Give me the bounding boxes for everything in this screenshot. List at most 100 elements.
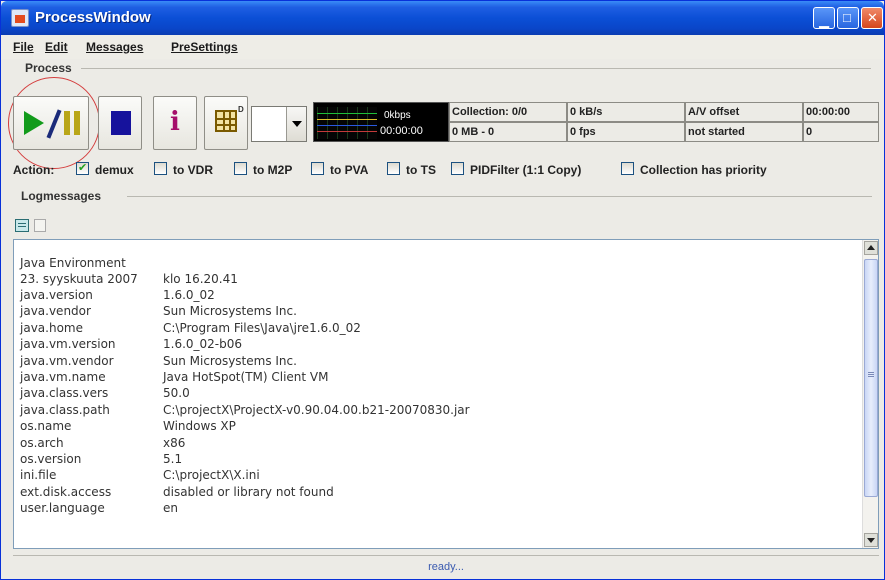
pause-icon [64,111,70,135]
log-view-icon[interactable] [15,219,29,232]
play-pause-button[interactable] [13,96,89,150]
close-button[interactable]: ✕ [861,7,883,29]
log-entry-value: Java HotSpot(TM) Client VM [163,370,329,384]
log-time: klo 16.20.41 [163,272,238,286]
checkbox-pidfilter[interactable] [451,162,464,175]
log-entry-key: java.vendor [20,304,91,319]
checkbox-to-pva[interactable] [311,162,324,175]
menu-edit[interactable]: Edit [45,40,68,54]
bitrate-monitor: 0kbps 00:00:00 [313,102,449,142]
checkbox-collection-priority[interactable] [621,162,634,175]
log-header-text: Java Environment [20,256,126,270]
log-entry-key: java.class.path [20,402,110,417]
checkbox-demux-label[interactable]: demux [95,163,134,177]
log-entry-key: os.arch [20,435,64,450]
log-entry-value: disabled or library not found [163,484,334,499]
process-separator [81,68,871,69]
log-separator [127,196,872,197]
maximize-button[interactable]: □ [837,7,859,29]
log-entry-value: C:\projectX\ProjectX-v0.90.04.00.b21-200… [163,402,470,417]
log-entry-key: os.version [20,452,82,466]
log-entry-key: ext.disk.access [20,484,112,499]
transfer-rate: 0 kB/s [567,102,685,122]
monitor-time: 00:00:00 [380,125,423,137]
log-entry-value: Sun Microsystems Inc. [163,353,297,368]
close-icon: ✕ [867,10,878,25]
checkbox-to-ts-label[interactable]: to TS [406,163,436,177]
process-state: not started [685,122,803,142]
log-entry-key: os.name [20,419,72,434]
log-entry-key: java.class.vers [20,386,109,401]
log-entry-value: Windows XP [163,419,236,434]
menu-bar: File Edit Messages PreSettings [1,35,884,59]
log-scrollbar[interactable] [862,240,878,548]
menu-file-label: File [13,40,34,54]
scroll-up-icon[interactable] [864,241,878,255]
stop-icon [111,111,131,135]
av-offset-value: 00:00:00 [803,102,879,122]
process-count: 0 [803,122,879,142]
monitor-rate: 0kbps [384,110,411,121]
process-window: ProcessWindow ▁ □ ✕ File Edit Messages P… [0,0,885,580]
chevron-down-icon[interactable] [286,107,306,141]
bitrate-graph [317,107,377,139]
title-bar[interactable]: ProcessWindow ▁ □ ✕ [1,1,884,35]
av-offset-label: A/V offset [685,102,803,122]
minimize-icon: ▁ [819,13,829,28]
log-entry-value: x86 [163,435,186,450]
process-section-label: Process [25,61,72,75]
log-section-label: Logmessages [21,189,102,203]
log-entry-value: C:\projectX\X.ini [163,468,260,483]
processed-size: 0 MB - 0 [449,122,567,142]
log-entry-key: java.home [20,320,83,335]
java-app-icon[interactable] [11,9,29,27]
menu-presettings[interactable]: PreSettings [171,40,238,54]
scroll-down-icon[interactable] [864,533,878,547]
log-entry-key: java.vm.name [20,370,106,384]
checkbox-to-m2p[interactable] [234,162,247,175]
menu-messages-label: Messages [86,40,144,54]
log-text-area[interactable]: Java Environment 23. syyskuuta 2007 klo … [13,239,879,549]
action-label: Action: [13,163,55,177]
stop-button[interactable] [98,96,142,150]
log-entry-key: user.language [20,501,105,516]
log-clear-icon[interactable] [34,219,46,232]
log-entry-value: 50.0 [163,386,190,401]
info-button[interactable]: i [153,96,197,150]
checkbox-to-vdr-label[interactable]: to VDR [173,163,213,177]
log-entry-key: ini.file [20,468,57,483]
info-icon: i [170,107,180,137]
log-entry-value: 5.1 [163,452,183,466]
menu-presettings-label: PreSettings [171,40,238,54]
log-date: 23. syyskuuta 2007 [20,272,138,286]
menu-file[interactable]: File [13,40,34,54]
play-icon [24,111,44,135]
checkbox-to-ts[interactable] [387,162,400,175]
log-entry-value: 1.6.0_02-b06 [163,337,243,352]
checkbox-to-pva-label[interactable]: to PVA [330,163,368,177]
pid-grid-button[interactable]: D [204,96,248,150]
checkbox-demux[interactable] [76,161,89,175]
status-grid: Collection: 0/0 0 kB/s A/V offset 00:00:… [449,102,879,142]
log-entry-value: C:\Program Files\Java\jre1.6.0_02 [163,320,361,335]
status-bar: ready... [13,555,879,579]
grid-superscript: D [238,105,244,114]
collection-status: Collection: 0/0 [449,102,567,122]
window-title: ProcessWindow [35,9,151,26]
log-entry-value: en [163,501,178,516]
minimize-button[interactable]: ▁ [813,7,835,29]
checkbox-collection-priority-label[interactable]: Collection has priority [640,163,767,177]
frames-per-second: 0 fps [567,122,685,142]
checkbox-pidfilter-label[interactable]: PIDFilter (1:1 Copy) [470,163,581,177]
log-entry-key: java.version [20,288,93,302]
checkbox-to-m2p-label[interactable]: to M2P [253,163,292,177]
log-entry-key: java.vm.vendor [20,353,114,368]
menu-messages[interactable]: Messages [86,40,143,54]
grid-icon [215,110,237,132]
scroll-thumb[interactable] [864,259,878,497]
slash-divider [46,109,62,139]
log-entry-value: Sun Microsystems Inc. [163,304,297,319]
log-entry-key: java.vm.version [20,337,116,352]
preset-dropdown[interactable] [251,106,307,142]
checkbox-to-vdr[interactable] [154,162,167,175]
